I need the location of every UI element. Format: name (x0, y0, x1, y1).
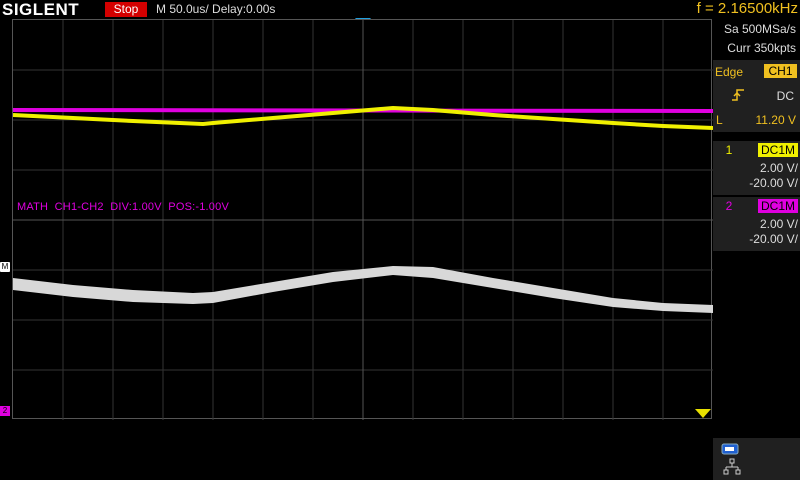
trigger-source-badge: CH1 (764, 64, 797, 78)
trigger-level-marker-icon[interactable] (695, 409, 711, 418)
channel-1-number: 1 (716, 143, 742, 157)
math-offset-marker[interactable]: M (0, 262, 10, 272)
channel-2-offset: -20.00 V/ (749, 232, 798, 246)
math-channel-label: MATH CH1-CH2 DIV:1.00V POS:-1.00V (17, 201, 229, 213)
trigger-level-label: L (716, 113, 723, 127)
trigger-level: 11.20 V (755, 113, 796, 127)
waveform-grid[interactable] (12, 19, 713, 420)
channel-1-coupling: DC1M (758, 143, 798, 157)
trigger-delay: Delay:0.00s (212, 2, 276, 16)
trigger-type: Edge (715, 65, 744, 79)
channel-2-panel[interactable]: 2 DC1M 2.00 V/ -20.00 V/ (713, 197, 800, 251)
run-stop-indicator[interactable]: Stop (105, 2, 147, 17)
memory-depth: Curr 350kpts (727, 41, 796, 55)
rising-edge-icon (732, 89, 744, 101)
network-icon[interactable] (723, 458, 741, 476)
timebase-scale: M 50.0us/ (156, 2, 209, 16)
graticule (13, 20, 713, 420)
channel-1-scale: 2.00 V/ (759, 161, 798, 175)
brand-logo: SIGLENT (2, 0, 80, 19)
timebase-readout[interactable]: M 50.0us/ Delay:0.00s (156, 2, 275, 16)
channel-2-number: 2 (716, 199, 742, 213)
trigger-panel[interactable]: Edge CH1 DC L 11.20 V (713, 60, 800, 132)
channel-2-scale: 2.00 V/ (759, 217, 798, 231)
channel-1-panel[interactable]: 1 DC1M 2.00 V/ -20.00 V/ (713, 141, 800, 195)
channel-2-coupling: DC1M (758, 199, 798, 213)
channel-1-offset: -20.00 V/ (749, 176, 798, 190)
ch2-offset-marker[interactable]: 2 (0, 406, 10, 416)
top-status-bar: SIGLENT Stop M 50.0us/ Delay:0.00s f = 2… (0, 0, 800, 19)
acquisition-panel: Sa 500MSa/s Curr 350kpts (713, 18, 800, 60)
trigger-coupling: DC (776, 89, 794, 103)
frequency-readout: f = 2.16500kHz (696, 0, 798, 17)
usb-device-icon[interactable] (721, 443, 741, 455)
sample-rate: Sa 500MSa/s (723, 22, 796, 36)
system-status-area (713, 438, 800, 480)
